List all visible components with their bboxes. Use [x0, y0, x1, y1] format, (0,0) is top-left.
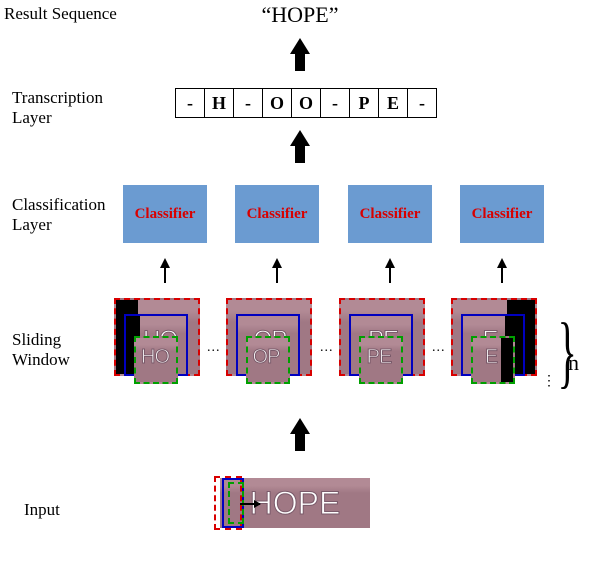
arrow-thin-icon	[160, 258, 170, 268]
arrow-thin-icon	[497, 258, 507, 268]
transcription-row: - H - O O - P E -	[176, 88, 437, 118]
window-group: HO HO HO	[114, 298, 204, 388]
result-sequence-value: “HOPE”	[250, 2, 350, 28]
label-line: Layer	[12, 108, 52, 127]
classifier-box: Classifier	[460, 185, 544, 243]
label-classification-layer: Classification Layer	[12, 195, 105, 236]
transcription-cell: -	[407, 88, 437, 118]
dots-icon: ⋮	[542, 373, 557, 390]
label-transcription-layer: Transcription Layer	[12, 88, 103, 129]
transcription-cell: -	[233, 88, 263, 118]
label-line: Sliding	[12, 330, 61, 349]
label-line: Classification	[12, 195, 105, 214]
pad-black	[501, 338, 513, 382]
classifier-box: Classifier	[123, 185, 207, 243]
transcription-cell: -	[320, 88, 350, 118]
transcription-cell: -	[175, 88, 205, 118]
arrow-result-icon	[290, 38, 310, 54]
label-line: Window	[12, 350, 70, 369]
transcription-cell: O	[262, 88, 292, 118]
scale-count: n	[568, 350, 579, 376]
label-sliding-window: Sliding Window	[12, 330, 70, 371]
window-group: PE PE PE	[339, 298, 429, 388]
label-input: Input	[24, 500, 60, 520]
input-word: HOPE	[250, 485, 341, 522]
crop-letters: PE	[359, 346, 401, 369]
window-group: E E E	[451, 298, 541, 388]
arrow-thin-icon	[272, 258, 282, 268]
transcription-cell: O	[291, 88, 321, 118]
classifier-box: Classifier	[235, 185, 319, 243]
dots-icon: ...	[432, 340, 446, 356]
label-result-sequence: Result Sequence	[4, 4, 117, 24]
transcription-cell: P	[349, 88, 379, 118]
dots-icon: ...	[207, 340, 221, 356]
slide-arrow-icon	[240, 503, 260, 505]
transcription-cell: E	[378, 88, 408, 118]
arrow-sliding-icon	[290, 418, 310, 434]
arrow-transcription-icon	[290, 130, 310, 146]
dots-icon: ...	[320, 340, 334, 356]
label-line: Layer	[12, 215, 52, 234]
crop-letters: HO	[134, 346, 176, 369]
classifier-box: Classifier	[348, 185, 432, 243]
label-line: Transcription	[12, 88, 103, 107]
crop-letters: OP	[246, 346, 288, 369]
arrow-thin-icon	[385, 258, 395, 268]
window-group: OP OP OP	[226, 298, 316, 388]
transcription-cell: H	[204, 88, 234, 118]
